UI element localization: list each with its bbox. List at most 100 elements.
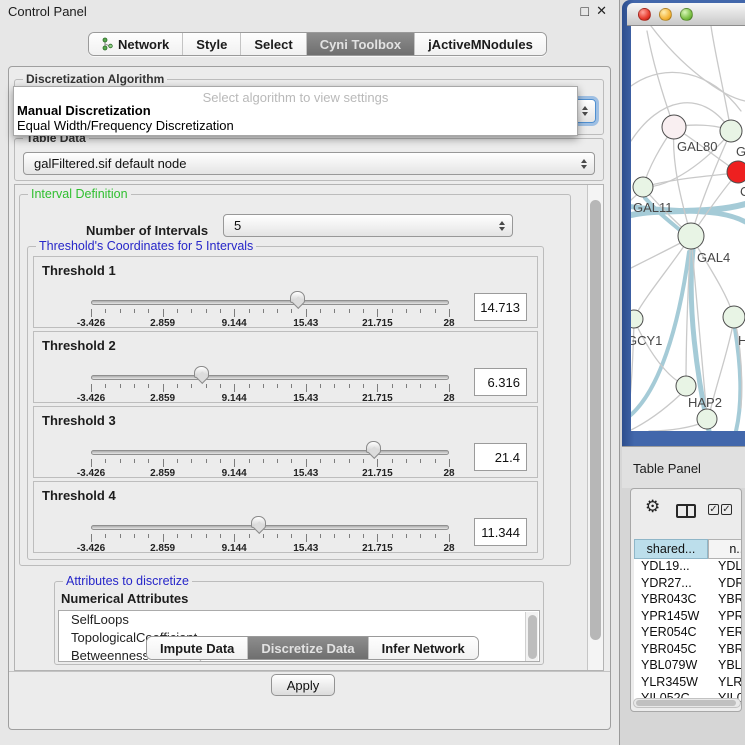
slider-thumb[interactable] — [194, 366, 209, 378]
tick-mark — [120, 384, 121, 388]
tick-mark — [377, 309, 378, 317]
tick-label: 2.859 — [150, 468, 175, 479]
gear-icon[interactable]: ⚙ — [645, 497, 660, 517]
threshold-slider[interactable]: -3.4262.8599.14415.4321.71528 — [91, 482, 449, 554]
tab-jactivemnodules[interactable]: jActiveMNodules — [415, 33, 546, 55]
tick-mark — [105, 459, 106, 463]
network-canvas[interactable]: GAL80GACGAL11GAL4GCY1HHAP2 — [631, 26, 745, 431]
dropdown-hint: Select algorithm to view settings — [14, 87, 577, 103]
tick-mark — [306, 459, 307, 467]
dropdown-option[interactable]: Equal Width/Frequency Discretization — [14, 118, 577, 133]
tab-impute-data[interactable]: Impute Data — [147, 637, 248, 659]
minimize-traffic-light-icon[interactable] — [659, 8, 672, 21]
slider-track[interactable] — [91, 450, 449, 455]
table-row[interactable]: YLR345WYLR3... — [634, 675, 742, 692]
attributes-list-scrollbar[interactable] — [525, 612, 538, 662]
table-row[interactable]: YBR045CYBR0... — [634, 642, 742, 659]
column-view-icon[interactable] — [676, 504, 696, 518]
table-cell: YLR345W — [641, 675, 698, 689]
tick-mark — [120, 309, 121, 313]
network-node[interactable] — [633, 177, 653, 197]
network-node[interactable] — [727, 161, 745, 183]
tick-label: 9.144 — [222, 318, 247, 329]
close-icon[interactable]: ✕ — [596, 3, 607, 19]
slider-track[interactable] — [91, 525, 449, 530]
settings-scrollbar[interactable] — [587, 185, 603, 670]
dropdown-option[interactable]: Manual Discretization — [14, 103, 577, 118]
tick-mark — [449, 384, 450, 392]
tick-label: -3.426 — [77, 318, 105, 329]
interval-definition-group: Interval Definition Number of Intervals … — [19, 194, 571, 566]
attribute-list-item[interactable]: SelfLoops — [59, 611, 539, 629]
network-node[interactable] — [662, 115, 686, 139]
network-node[interactable] — [723, 306, 745, 328]
tick-mark — [334, 534, 335, 538]
scrollbar-thumb[interactable] — [590, 200, 601, 640]
checkbox-icon[interactable]: ✓ — [721, 504, 732, 515]
tick-mark — [249, 534, 250, 538]
apply-button[interactable]: Apply — [271, 674, 335, 696]
tab-infer-network[interactable]: Infer Network — [369, 637, 478, 659]
threshold-value-input[interactable] — [474, 518, 527, 546]
column-header-name[interactable]: n... — [708, 539, 742, 559]
tick-mark — [177, 534, 178, 538]
network-node[interactable] — [678, 223, 704, 249]
close-traffic-light-icon[interactable] — [638, 8, 651, 21]
column-header-shared[interactable]: shared... — [634, 539, 708, 559]
tab-discretize-data[interactable]: Discretize Data — [248, 637, 368, 659]
tab-cyni-toolbox[interactable]: Cyni Toolbox — [307, 33, 415, 55]
threshold-slider[interactable]: -3.4262.8599.14415.4321.71528 — [91, 332, 449, 404]
table-data-combo[interactable]: galFiltered.sif default node — [23, 152, 595, 175]
threshold-slider[interactable]: -3.4262.8599.14415.4321.71528 — [91, 407, 449, 479]
tab-label: Style — [196, 37, 227, 52]
zoom-traffic-light-icon[interactable] — [680, 8, 693, 21]
tab-label: Infer Network — [382, 641, 465, 656]
tick-label: -3.426 — [77, 468, 105, 479]
slider-thumb[interactable] — [290, 291, 305, 303]
tick-mark — [277, 459, 278, 463]
network-node[interactable] — [720, 120, 742, 142]
tab-label: Discretize Data — [261, 641, 354, 656]
table-row[interactable]: YBR043CYBR0... — [634, 592, 742, 609]
threshold-value-input[interactable] — [474, 293, 527, 321]
num-intervals-value: 5 — [234, 218, 241, 233]
network-window-titlebar[interactable] — [627, 3, 745, 26]
threshold-slider[interactable]: -3.4262.8599.14415.4321.71528 — [91, 257, 449, 329]
slider-tick-labels: -3.4262.8599.14415.4321.71528 — [91, 468, 449, 480]
network-node[interactable] — [676, 376, 696, 396]
scrollbar-thumb[interactable] — [636, 700, 736, 706]
slider-track[interactable] — [91, 300, 449, 305]
num-intervals-label: Number of Intervals — [86, 223, 208, 238]
float-window-icon[interactable]: □ — [581, 3, 589, 19]
num-intervals-combo[interactable]: 5 — [223, 214, 513, 237]
tab-style[interactable]: Style — [183, 33, 241, 55]
network-edge — [631, 389, 686, 430]
tick-mark — [263, 534, 264, 538]
threshold-value-input[interactable] — [474, 368, 527, 396]
checkbox-icon[interactable]: ✓ — [708, 504, 719, 515]
network-node[interactable] — [697, 409, 717, 429]
slider-thumb[interactable] — [366, 441, 381, 453]
table-hscrollbar[interactable] — [633, 698, 741, 708]
slider-track[interactable] — [91, 375, 449, 380]
table-row[interactable]: YBL079WYBL0... — [634, 658, 742, 675]
slider-thumb[interactable] — [251, 516, 266, 528]
scrollbar-thumb[interactable] — [528, 615, 537, 659]
threshold-value-input[interactable] — [474, 443, 527, 471]
tick-mark — [134, 534, 135, 538]
network-node[interactable] — [631, 310, 643, 328]
table-row[interactable]: YPR145WYPR1... — [634, 609, 742, 626]
network-node-label: GCY1 — [631, 333, 662, 348]
tab-select[interactable]: Select — [241, 33, 306, 55]
tick-mark — [420, 459, 421, 463]
tick-mark — [406, 309, 407, 313]
network-node-label: GAL80 — [677, 139, 717, 154]
tick-mark — [91, 534, 92, 542]
tab-network[interactable]: Network — [89, 33, 183, 55]
tab-label: Impute Data — [160, 641, 234, 656]
table-data-group: Table Data galFiltered.sif default node — [14, 138, 604, 181]
table-row[interactable]: YER054CYER0... — [634, 625, 742, 642]
table-row[interactable]: YDR27...YDR2... — [634, 576, 742, 593]
cyni-toolbox-panel: Discretization Algorithm Select algorith… — [8, 66, 611, 730]
table-row[interactable]: YDL19...YDL1... — [634, 559, 742, 576]
